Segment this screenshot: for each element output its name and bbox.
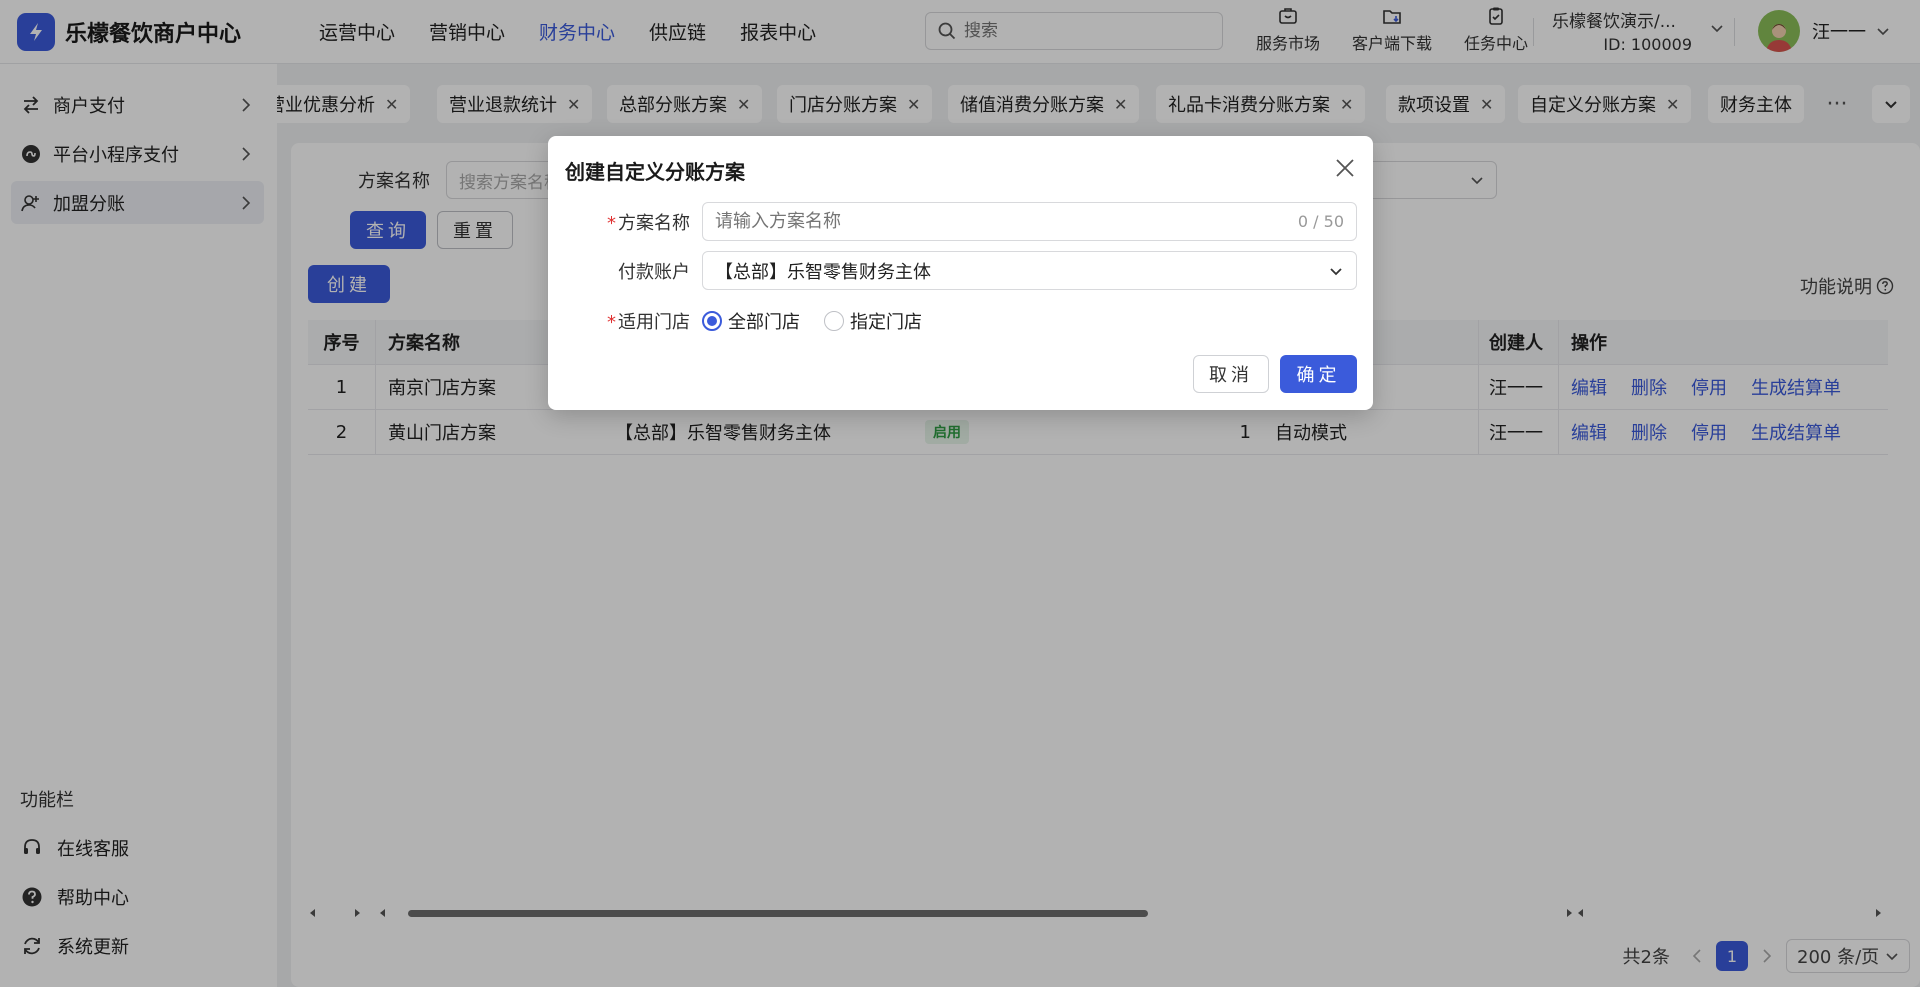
payment-account-select[interactable]: 【总部】乐智零售财务主体	[702, 251, 1357, 290]
radio-label: 指定门店	[850, 312, 922, 333]
radio-label: 全部门店	[728, 312, 800, 333]
radio-unchecked-icon[interactable]	[824, 311, 844, 331]
close-icon[interactable]	[1333, 156, 1357, 180]
dialog-title: 创建自定义分账方案	[565, 160, 745, 184]
confirm-button[interactable]: 确定	[1280, 355, 1357, 393]
radio-specific-stores[interactable]: 指定门店	[824, 308, 922, 334]
radio-all-stores[interactable]: 全部门店	[702, 308, 800, 334]
payment-account-value: 【总部】乐智零售财务主体	[715, 261, 931, 283]
plan-name-input[interactable]	[715, 211, 1298, 232]
applicable-stores-label: * 适用门店	[570, 308, 690, 334]
create-split-plan-dialog: 创建自定义分账方案 *方案名称 0 / 50 付款账户 【总部】乐智零售财务主体…	[548, 136, 1373, 410]
char-counter: 0 / 50	[1297, 212, 1344, 231]
radio-checked-icon[interactable]	[702, 311, 722, 331]
required-mark: *	[607, 213, 616, 234]
plan-name-field[interactable]: 0 / 50	[702, 202, 1357, 241]
required-mark: *	[607, 312, 616, 333]
applicable-stores-label-text: 适用门店	[618, 312, 690, 333]
cancel-button[interactable]: 取消	[1193, 355, 1269, 393]
store-radio-group: 全部门店 指定门店	[702, 308, 946, 334]
payment-account-label: 付款账户	[618, 262, 690, 283]
plan-name-label: * 方案名称	[570, 209, 690, 235]
plan-name-label-text: 方案名称	[618, 213, 690, 234]
chevron-down-icon	[1330, 267, 1342, 275]
